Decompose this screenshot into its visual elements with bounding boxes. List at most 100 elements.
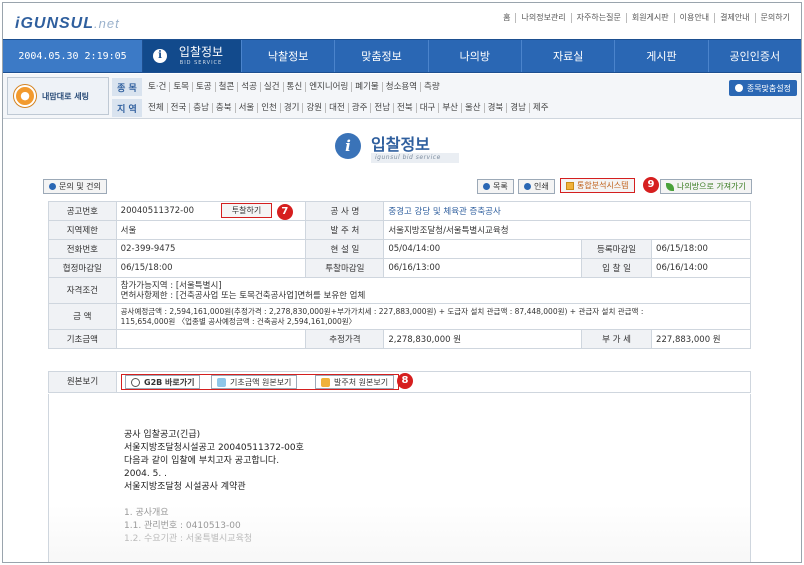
agreement-deadline-value: 06/15/18:00 (115, 258, 307, 278)
client-view-button[interactable]: 발주처 원본보기 (315, 375, 395, 389)
site-logo[interactable]: iGUNSUL.net (15, 15, 120, 33)
category-item[interactable]: 통신 (282, 82, 306, 92)
amount-cell: 공사예정금액 : 2,594,161,000원(추정가격 : 2,278,830… (115, 303, 752, 330)
utility-links: 홈 나의정보관리 자주하는질문 회원게시판 이용안내 결제안내 문의하기 (498, 13, 795, 23)
region-item[interactable]: 제주 (528, 103, 552, 113)
client-label: 발 주 처 (305, 220, 385, 240)
vat-value: 227,883,000 원 (651, 329, 751, 349)
category-item[interactable]: 철콘 (214, 82, 238, 92)
client-value: 서울지방조달청/서울특별시교육청 (383, 220, 751, 240)
integrated-analysis-label: 통합분석시스템 (577, 181, 629, 190)
amount-line: 115,654,000원 〈업종별 공사예정금액 : 건축공사 2,594,16… (120, 316, 357, 326)
nav-item-board[interactable]: 게시판 (614, 40, 707, 72)
base-amount-value (115, 329, 307, 349)
category-item[interactable]: 측량 (420, 82, 443, 92)
category-item[interactable]: 토목 (169, 82, 192, 92)
nav-item-my-room[interactable]: 나의방 (427, 40, 521, 72)
doc-line: 1.2. 수요기관 : 서울특별시교육청 (124, 534, 253, 544)
bullet-icon (524, 183, 531, 190)
bullet-icon (49, 183, 56, 190)
region-list: 전체 전국 충남 충북 서울 인천 경기 강원 대전 광주 전남 전북 대구 부… (148, 103, 552, 113)
region-item[interactable]: 대구 (415, 103, 439, 113)
g2b-button[interactable]: G2B 바로가기 (125, 375, 201, 389)
person-icon: ● (14, 85, 36, 107)
region-item[interactable]: 충북 (211, 103, 235, 113)
category-setting-button[interactable]: 종목맞춤설정 (728, 80, 797, 96)
page-subtitle: igunsul bid service (371, 153, 459, 163)
util-link-contact[interactable]: 문의하기 (754, 13, 795, 23)
phone-value: 02-399-9475 (115, 239, 307, 259)
region-item[interactable]: 전체 (148, 103, 167, 113)
bid-info-table: 공고번호 20040511372-00 투찰하기 7 공 사 명 중경고 강당 … (48, 201, 752, 349)
to-my-room-button[interactable]: 나의방으로 가져가기 (660, 179, 752, 194)
region-item[interactable]: 서울 (234, 103, 258, 113)
region-item[interactable]: 전북 (393, 103, 416, 113)
main-nav: 2004.05.30 2:19:05 i 입찰정보 BID SERVICE 낙찰… (3, 39, 801, 73)
util-link-payment[interactable]: 결제안내 (714, 13, 754, 23)
region-item[interactable]: 전국 (166, 103, 190, 113)
region-limit-value: 서울 (115, 220, 307, 240)
my-setting-button[interactable]: ● 내맘대로 세팅 (7, 77, 109, 115)
region-item[interactable]: 경북 (483, 103, 507, 113)
project-name-value[interactable]: 중경고 강당 및 체육관 증축공사 (383, 201, 751, 221)
region-item[interactable]: 인천 (257, 103, 280, 113)
table-row: 자격조건 참가가능지역 : [서울특별시] 면허사항제한 : [건축공사업 또는… (48, 277, 752, 304)
inquiry-button[interactable]: 문의 및 건의 (43, 179, 107, 194)
table-row: 협정마감일 06/15/18:00 투찰마감일 06/16/13:00 입 찰 … (48, 258, 751, 278)
notice-no-value: 20040511372-00 (120, 206, 195, 216)
category-setting-label: 종목맞춤설정 (746, 83, 791, 93)
region-item[interactable]: 강원 (302, 103, 325, 113)
region-item[interactable]: 경남 (506, 103, 529, 113)
bid-button[interactable]: 투찰하기 (220, 203, 273, 218)
category-item[interactable]: 엔지니어링 (305, 82, 351, 92)
region-item[interactable]: 전남 (370, 103, 393, 113)
datetime-display: 2004.05.30 2:19:05 (3, 40, 143, 72)
nav-item-bid-info[interactable]: i 입찰정보 BID SERVICE (143, 40, 241, 72)
category-item[interactable]: 토공 (191, 82, 215, 92)
top-bar: iGUNSUL.net 홈 나의정보관리 자주하는질문 회원게시판 이용안내 결… (3, 3, 801, 39)
category-list: 토·건 토목 토공 철콘 석공 실건 통신 엔지니어링 폐기물 청소용역 측량 (148, 82, 443, 92)
category-item[interactable]: 폐기물 (351, 82, 381, 92)
list-label: 목록 (493, 182, 508, 191)
region-item[interactable]: 울산 (460, 103, 484, 113)
settings-icon (734, 84, 743, 92)
nav-item-award-info[interactable]: 낙찰정보 (241, 40, 334, 72)
document-content: 공사 입찰공고(긴급) 서울지방조달청시설공고 20040511372-00호 … (124, 429, 304, 546)
list-button[interactable]: 목록 (477, 179, 514, 194)
category-item[interactable]: 청소용역 (381, 82, 420, 92)
util-link-faq[interactable]: 자주하는질문 (570, 13, 626, 23)
category-item[interactable]: 토·건 (148, 82, 169, 92)
reg-deadline-value: 06/15/18:00 (651, 239, 751, 259)
logo-text: iGUNSUL (15, 15, 94, 32)
region-item[interactable]: 경기 (279, 103, 303, 113)
util-link-myinfo[interactable]: 나의정보관리 (515, 13, 570, 23)
print-button[interactable]: 인쇄 (518, 179, 555, 194)
region-item[interactable]: 대전 (325, 103, 348, 113)
inquiry-label: 문의 및 건의 (59, 182, 101, 191)
base-amount-view-button[interactable]: 기초금액 원본보기 (211, 375, 298, 389)
integrated-analysis-button[interactable]: 통합분석시스템 (560, 178, 635, 193)
nav-item-library[interactable]: 자료실 (520, 40, 614, 72)
document-panel: 공사 입찰공고(긴급) 서울지방조달청시설공고 20040511372-00호 … (48, 394, 751, 562)
region-item[interactable]: 충남 (189, 103, 212, 113)
util-link-guide[interactable]: 이용안내 (673, 13, 714, 23)
nav-item-custom-info[interactable]: 맞춤정보 (334, 40, 427, 72)
nav-active-sublabel: BID SERVICE (179, 60, 223, 66)
category-item[interactable]: 석공 (237, 82, 260, 92)
my-setting-label: 내맘대로 세팅 (42, 91, 89, 101)
opening-value: 06/16/14:00 (651, 258, 751, 278)
bullet-icon (483, 183, 490, 190)
qualification-line: 면허사항제한 : [건축공사업 또는 토목건축공사업]면허를 보유한 업체 (120, 290, 366, 301)
region-item[interactable]: 부산 (438, 103, 461, 113)
doc-section: 1. 공사개요 (124, 508, 169, 518)
util-link-board[interactable]: 회원게시판 (625, 13, 674, 23)
doc-line: 서울지방조달청시설공고 20040511372-00호 (124, 443, 304, 453)
category-item[interactable]: 실건 (259, 82, 283, 92)
original-view-label: 원본보기 (49, 372, 117, 392)
nav-item-certificate[interactable]: 공인인증서 (707, 40, 801, 72)
region-item[interactable]: 광주 (347, 103, 371, 113)
reg-deadline-label: 등록마감일 (581, 239, 653, 259)
table-row: 공고번호 20040511372-00 투찰하기 7 공 사 명 중경고 강당 … (48, 201, 751, 221)
util-link-home[interactable]: 홈 (498, 13, 515, 23)
phone-label: 전화번호 (48, 239, 117, 259)
